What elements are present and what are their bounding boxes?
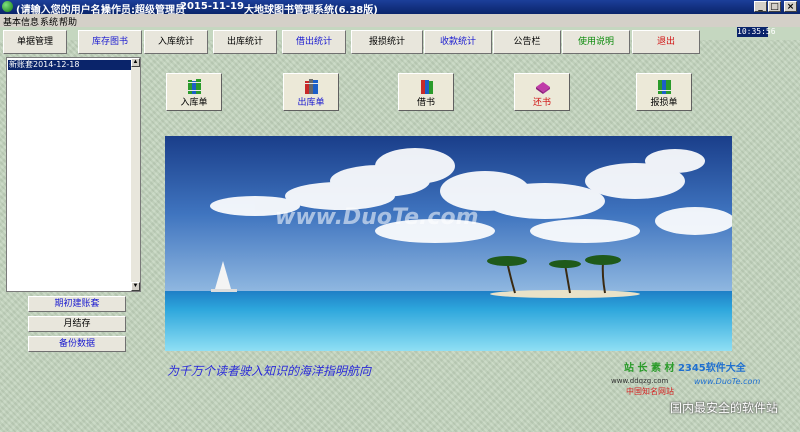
toolbar: 单据管理 库存图书 入库统计 出库统计 借出统计 报损统计 收款统计 公告栏 使…	[0, 27, 800, 56]
watermark-ddqz: www.ddqzg.com	[611, 377, 669, 385]
watermark-duote: www.DuoTe.com	[694, 377, 761, 386]
minimize-button[interactable]: _	[754, 1, 767, 12]
toolbar-user-guide[interactable]: 使用说明	[562, 30, 630, 54]
book-return-icon	[536, 82, 550, 94]
list-scrollbar[interactable]: ▲ ▼	[131, 58, 140, 291]
book-lend-icon	[421, 80, 433, 94]
banner-watermark: www.DuoTe.com	[275, 205, 479, 230]
toolbar-payment-stats[interactable]: 收款统计	[424, 30, 492, 54]
monthly-balance-button[interactable]: 月结存	[28, 316, 126, 332]
title-bar: (请输入您的用户名) 操作员:超级管理员 2015-11-19 大地球图书管理系…	[0, 0, 800, 16]
damage-report-button[interactable]: 报损单	[636, 73, 692, 111]
watermark-brand: 2345软件大全	[677, 363, 746, 374]
watermark-site-logo: 站 长 素 材 2345软件大全	[624, 359, 746, 374]
backup-data-button[interactable]: 备份数据	[28, 336, 126, 352]
shortcut-label: 借书	[416, 98, 435, 108]
books-icon	[188, 79, 201, 94]
app-icon	[2, 1, 13, 12]
toolbar-stock-books[interactable]: 库存图书	[78, 30, 142, 54]
shortcut-label: 还书	[532, 98, 551, 108]
books-damaged-icon	[658, 80, 671, 94]
shortcut-label: 出库单	[297, 98, 325, 108]
clock: 10:35:56	[737, 27, 776, 37]
toolbar-damage-stats[interactable]: 报损统计	[351, 30, 423, 54]
toolbar-voucher-management[interactable]: 单据管理	[3, 30, 67, 54]
scroll-down-icon[interactable]: ▼	[131, 282, 140, 291]
outbound-order-button[interactable]: 出库单	[283, 73, 339, 111]
close-button[interactable]: ×	[784, 1, 797, 12]
watermark-site-chars: 站 长 素 材	[624, 363, 675, 374]
maximize-button[interactable]: □	[768, 1, 781, 12]
create-account-set-button[interactable]: 期初建账套	[28, 296, 126, 312]
return-book-button[interactable]: 还书	[514, 73, 570, 111]
menu-bar: 基本信息 系统 帮助	[0, 14, 800, 28]
list-item[interactable]: 新账套2014-12-18	[8, 60, 131, 70]
watermark-safe: 国内最安全的软件站	[670, 401, 779, 415]
account-set-list[interactable]: 新账套2014-12-18 ▲ ▼	[6, 57, 141, 292]
toolbar-bulletin[interactable]: 公告栏	[493, 30, 561, 54]
toolbar-exit[interactable]: 退出	[632, 30, 700, 54]
inbound-order-button[interactable]: 入库单	[166, 73, 222, 111]
banner-image: www.DuoTe.com	[165, 136, 732, 351]
toolbar-outbound-stats[interactable]: 出库统计	[213, 30, 277, 54]
slogan-text: 为千万个读者驶入知识的海洋指明航向	[167, 364, 372, 378]
title-date: 2015-11-19	[180, 1, 244, 12]
scroll-up-icon[interactable]: ▲	[131, 58, 140, 67]
toolbar-lending-stats[interactable]: 借出统计	[282, 30, 346, 54]
shortcut-label: 入库单	[180, 98, 208, 108]
ocean-scene-picture: www.DuoTe.com	[165, 136, 732, 351]
shortcut-label: 报损单	[650, 98, 678, 108]
lend-book-button[interactable]: 借书	[398, 73, 454, 111]
toolbar-inbound-stats[interactable]: 入库统计	[144, 30, 208, 54]
watermark-cn: 中国知名网站	[626, 387, 674, 396]
books-out-icon	[305, 79, 318, 94]
